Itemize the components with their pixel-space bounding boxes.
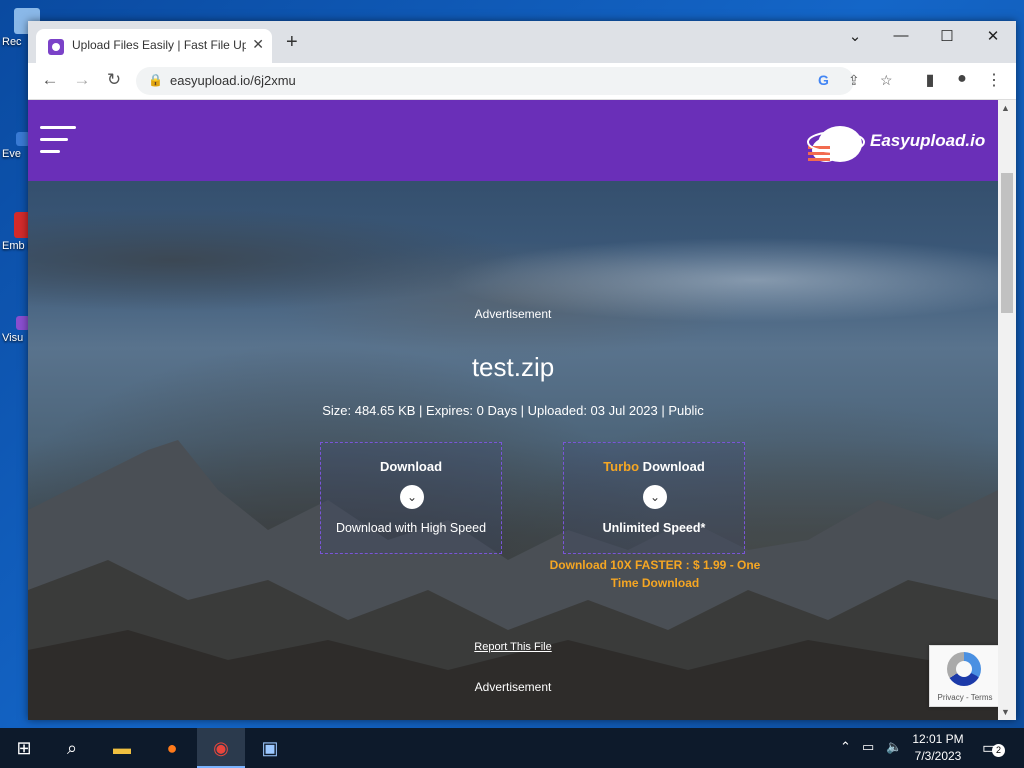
page-scrollbar[interactable]: ▲ ▼: [998, 100, 1016, 720]
bookmark-star-icon[interactable]: ☆: [880, 72, 893, 89]
download-title: Download: [379, 459, 443, 474]
lock-icon: 🔒: [148, 73, 163, 87]
app-window-icon[interactable]: ▣: [246, 728, 294, 768]
firefox-icon[interactable]: ●: [148, 728, 196, 768]
system-clock[interactable]: 12:01 PM 7/3/2023: [906, 731, 970, 765]
notification-center-icon[interactable]: ▭ 2: [982, 738, 1005, 758]
turbo-download-label: Download: [639, 459, 705, 474]
tab-easyupload[interactable]: Upload Files Easily | Fast File Upl ✕: [36, 29, 272, 63]
file-meta: Size: 484.65 KB | Expires: 0 Days | Uplo…: [322, 403, 704, 418]
network-icon[interactable]: ▭: [862, 739, 874, 755]
tab-close-icon[interactable]: ✕: [252, 36, 264, 53]
scroll-down-icon[interactable]: ▼: [1001, 707, 1010, 717]
browser-toolbar: ← → ↻ 🔒 easyupload.io/6j2xmu G ⇪ ☆ ▮ ● ⋮: [28, 63, 1016, 100]
close-window-button[interactable]: ✕: [978, 27, 1008, 45]
background-mountains: [28, 440, 998, 720]
url-text: easyupload.io/6j2xmu: [170, 73, 296, 88]
advertisement-label-bottom: Advertisement: [474, 680, 552, 694]
download-button[interactable]: Download ⌄ Download with High Speed: [320, 442, 502, 554]
clock-time: 12:01 PM: [912, 732, 964, 746]
address-bar[interactable]: 🔒 easyupload.io/6j2xmu G ⇪ ☆: [136, 67, 893, 95]
browser-window: Upload Files Easily | Fast File Upl ✕ + …: [28, 21, 1016, 720]
search-icon[interactable]: ⌕: [48, 728, 96, 768]
cloud-logo-icon: [807, 126, 865, 162]
file-name: test.zip: [471, 352, 555, 382]
menu-kebab-icon[interactable]: ⋮: [982, 70, 1006, 90]
tab-search-icon[interactable]: ⌄: [840, 27, 870, 45]
recaptcha-privacy-terms[interactable]: Privacy - Terms: [930, 693, 998, 702]
background-clouds: [28, 180, 998, 380]
recaptcha-badge[interactable]: Privacy - Terms: [929, 645, 998, 707]
tab-bar: Upload Files Easily | Fast File Upl ✕ + …: [28, 21, 1016, 63]
turbo-label: Turbo: [603, 459, 640, 474]
forward-arrow-icon[interactable]: →: [70, 70, 94, 90]
page-content: Easyupload.io Advertisement test.zip Siz…: [28, 100, 998, 720]
tab-title: Upload Files Easily | Fast File Upl: [72, 38, 246, 52]
volume-muted-icon[interactable]: 🔈: [886, 739, 902, 755]
hamburger-menu-icon[interactable]: [40, 126, 76, 162]
site-logo[interactable]: Easyupload.io: [806, 116, 996, 168]
maximize-button[interactable]: ☐: [932, 27, 962, 45]
logo-text: Easyupload.io: [870, 131, 986, 150]
reload-icon[interactable]: ↻: [102, 70, 126, 90]
favicon-icon: [48, 39, 64, 55]
advertisement-label-top: Advertisement: [474, 307, 552, 321]
google-icon[interactable]: G: [818, 72, 829, 88]
side-panel-icon[interactable]: ▮: [918, 70, 942, 90]
taskbar: ⊞ ⌕ ▬ ● ◉ ▣ ⌃ ▭ 🔈 12:01 PM 7/3/2023 ▭ 2: [0, 728, 1024, 768]
back-arrow-icon[interactable]: ←: [38, 70, 62, 90]
scrollbar-thumb[interactable]: [1001, 173, 1013, 313]
turbo-download-button[interactable]: Turbo Download ⌄ Unlimited Speed*: [563, 442, 745, 554]
clock-date: 7/3/2023: [914, 749, 962, 763]
download-subtitle: Download with High Speed: [335, 521, 487, 535]
new-tab-button[interactable]: +: [286, 31, 298, 54]
profile-avatar-icon[interactable]: ●: [950, 70, 974, 88]
report-file-link[interactable]: Report This File: [28, 641, 998, 653]
chrome-icon[interactable]: ◉: [197, 728, 245, 768]
recaptcha-icon: [947, 652, 981, 686]
minimize-button[interactable]: —: [886, 27, 916, 44]
scroll-up-icon[interactable]: ▲: [1001, 103, 1010, 113]
share-icon[interactable]: ⇪: [848, 72, 860, 89]
turbo-promo-text[interactable]: Download 10X FASTER : $ 1.99 - One Time …: [548, 556, 762, 592]
turbo-subtitle: Unlimited Speed*: [602, 521, 706, 535]
chevron-down-icon: ⌄: [400, 485, 424, 509]
site-header: Easyupload.io: [28, 100, 998, 181]
chevron-up-icon[interactable]: ⌃: [840, 739, 851, 755]
file-explorer-icon[interactable]: ▬: [98, 728, 146, 768]
notification-count: 2: [992, 744, 1005, 757]
turbo-download-title: Turbo Download: [564, 459, 744, 474]
start-windows-icon[interactable]: ⊞: [0, 728, 48, 768]
chevron-down-icon: ⌄: [643, 485, 667, 509]
